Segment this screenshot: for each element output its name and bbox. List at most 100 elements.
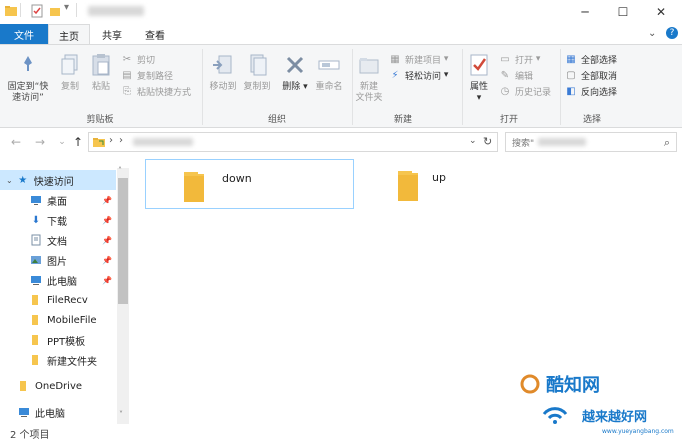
tab-share[interactable]: 共享 <box>92 24 132 44</box>
properties-label: 属性 <box>469 82 488 92</box>
collapse-chevron-icon[interactable]: ⌄ <box>6 176 13 185</box>
new-folder-quick-icon[interactable] <box>48 4 62 18</box>
sidebar-item-label: FileRecv <box>47 294 88 306</box>
group-separator <box>462 49 463 125</box>
pin-icon[interactable]: 📌 <box>102 216 112 225</box>
pin-icon[interactable]: 📌 <box>102 236 112 245</box>
pin-icon[interactable]: 📌 <box>102 256 112 265</box>
edit-button[interactable]: ✎ 编辑 <box>498 67 533 83</box>
breadcrumb-chevron-icon[interactable]: › <box>119 135 123 146</box>
folder-icon <box>30 354 42 366</box>
sidebar-item-desktop[interactable]: 桌面 📌 <box>0 190 116 210</box>
sidebar-item-new-folder[interactable]: 新建文件夹 <box>0 350 116 370</box>
back-arrow-icon[interactable]: ← <box>8 134 24 150</box>
folder-tile-down[interactable]: down <box>145 159 354 209</box>
select-none-button[interactable]: ▢ 全部取消 <box>564 67 617 83</box>
breadcrumb-chevron-icon[interactable]: › <box>109 135 113 146</box>
quick-access-toolbar-dropdown-icon[interactable]: ▾ <box>64 2 69 13</box>
folder-name: up <box>432 171 446 184</box>
move-to-button[interactable]: 移动到 <box>206 51 240 93</box>
minimize-button[interactable]: ─ <box>568 0 602 24</box>
tab-view[interactable]: 查看 <box>134 24 176 44</box>
sidebar-item-this-pc-pinned[interactable]: 此电脑 📌 <box>0 270 116 290</box>
copy-to-button[interactable]: 复制到 <box>240 51 274 93</box>
easy-access-button[interactable]: ⚡ 轻松访问 ▾ <box>388 67 448 83</box>
new-item-dropdown-icon: ▾ <box>441 54 449 64</box>
sidebar-item-pictures[interactable]: 图片 📌 <box>0 250 116 270</box>
desktop-icon <box>30 194 42 206</box>
breadcrumb[interactable] <box>133 138 193 146</box>
delete-button[interactable]: 删除 ▾ <box>280 51 310 93</box>
copy-path-button[interactable]: ▤ 复制路径 <box>120 67 173 83</box>
search-location-text <box>538 138 587 146</box>
pin-to-quick-access-button[interactable]: 固定到“快速访问” <box>4 51 52 104</box>
new-item-label: 新建项目 <box>405 55 442 66</box>
pin-icon <box>14 51 42 79</box>
sidebar-item-label: 此电脑 <box>47 276 77 288</box>
refresh-icon[interactable]: ↻ <box>483 135 492 148</box>
scrollbar-thumb[interactable] <box>118 178 128 304</box>
sidebar-item-documents[interactable]: 文档 📌 <box>0 230 116 250</box>
new-folder-label: 新建 文件夹 <box>355 82 383 103</box>
forward-arrow-icon[interactable]: → <box>32 134 48 150</box>
address-dropdown-icon[interactable]: ⌄ <box>469 136 477 146</box>
copy-label: 复制 <box>60 82 79 92</box>
paste-button[interactable]: 粘贴 <box>86 51 116 93</box>
history-icon: ◷ <box>500 85 510 97</box>
item-count: 2 个项目 <box>10 429 50 441</box>
close-button[interactable]: ✕ <box>644 0 678 24</box>
open-button[interactable]: ▭ 打开 ▾ <box>498 51 540 67</box>
select-all-icon: ▦ <box>566 53 576 65</box>
move-to-label: 移动到 <box>209 82 237 92</box>
cut-button[interactable]: ✂ 剪切 <box>120 51 155 67</box>
new-item-button[interactable]: ▦ 新建项目 ▾ <box>388 51 448 67</box>
tab-file[interactable]: 文件 <box>0 24 48 44</box>
copy-path-icon: ▤ <box>122 69 132 81</box>
paste-shortcut-label: 粘贴快捷方式 <box>137 87 192 98</box>
sidebar-item-filerecv[interactable]: FileRecv <box>0 290 116 310</box>
rename-button[interactable]: 重命名 <box>312 51 346 93</box>
easy-access-dropdown-icon: ▾ <box>441 70 449 80</box>
copy-button[interactable]: 复制 <box>56 51 84 93</box>
ribbon-expand-icon[interactable]: ⌄ <box>648 28 656 39</box>
sidebar-item-downloads[interactable]: ⬇ 下载 📌 <box>0 210 116 230</box>
title-bar: ▾ ─ ☐ ✕ <box>0 0 682 24</box>
paste-label: 粘贴 <box>91 82 110 92</box>
address-bar[interactable]: › › ⌄ ↻ <box>88 132 498 152</box>
sidebar-item-ppt-templates[interactable]: PPT模板 <box>0 330 116 350</box>
history-button[interactable]: ◷ 历史记录 <box>498 83 551 99</box>
invert-selection-button[interactable]: ◧ 反向选择 <box>564 83 617 99</box>
search-icon[interactable]: ⌕ <box>664 136 670 150</box>
sidebar-item-this-pc[interactable]: 此电脑 <box>0 402 116 422</box>
sidebar-item-quick-access[interactable]: ⌄ ★ 快速访问 <box>0 170 116 190</box>
up-arrow-icon[interactable]: ↑ <box>70 134 86 150</box>
pin-icon[interactable]: 📌 <box>102 196 112 205</box>
maximize-button[interactable]: ☐ <box>606 0 640 24</box>
select-group-label: 选择 <box>582 115 601 125</box>
easy-access-label: 轻松访问 <box>405 71 442 82</box>
status-bar: 2 个项目 <box>0 424 682 442</box>
copy-to-icon <box>243 51 271 79</box>
ribbon: 固定到“快速访问” 复制 粘贴 ✂ 剪切 ▤ 复制路径 ⎘ 粘贴快捷方式 剪贴板… <box>0 44 682 128</box>
scroll-up-icon[interactable]: ˄ <box>118 166 122 175</box>
tab-home[interactable]: 主页 <box>48 24 90 45</box>
folder-tile-up[interactable]: up <box>380 159 540 209</box>
pin-icon[interactable]: 📌 <box>102 276 112 285</box>
open-dropdown-icon: ▾ <box>533 54 541 64</box>
properties-button[interactable]: 属性 ▾ <box>464 51 494 104</box>
paste-icon <box>87 51 115 79</box>
sidebar-item-label: 文档 <box>47 236 67 248</box>
properties-icon[interactable] <box>30 4 44 18</box>
scroll-down-icon[interactable]: ˅ <box>119 410 123 419</box>
select-all-button[interactable]: ▦ 全部选择 <box>564 51 617 67</box>
new-folder-button[interactable]: 新建 文件夹 <box>352 51 386 104</box>
sidebar-item-onedrive[interactable]: OneDrive <box>0 376 116 396</box>
sidebar-item-mobilefile[interactable]: MobileFile <box>0 310 116 330</box>
paste-shortcut-button[interactable]: ⎘ 粘贴快捷方式 <box>120 83 191 99</box>
delete-label: 删除 ▾ <box>282 82 308 92</box>
recent-locations-icon[interactable]: ⌄ <box>54 134 70 150</box>
rename-label: 重命名 <box>315 82 343 92</box>
help-icon[interactable]: ? <box>666 27 678 39</box>
select-none-icon: ▢ <box>566 69 576 81</box>
search-input[interactable]: 搜索" ⌕ <box>505 132 677 152</box>
